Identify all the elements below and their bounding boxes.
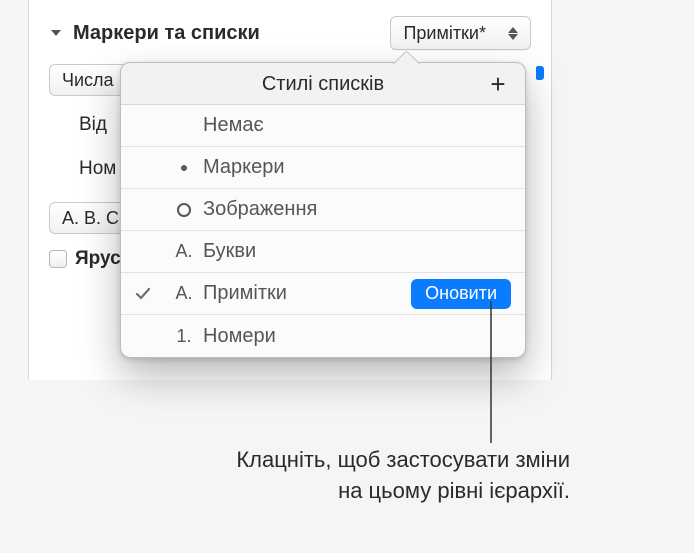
list-style-dropdown-value: Примітки*: [403, 23, 486, 44]
style-item-label: Зображення: [203, 198, 511, 221]
toggle-edge: [536, 66, 544, 80]
callout-line2: на цьому рівні ієрархії.: [338, 478, 570, 503]
style-list: НемаєМаркериЗображенняA.БуквиA.ПриміткиО…: [121, 104, 525, 357]
list-marker-icon: 1.: [165, 326, 203, 347]
style-item-label: Немає: [203, 114, 511, 137]
style-item-label: Букви: [203, 240, 511, 263]
style-item-label: Номери: [203, 325, 511, 348]
list-styles-popover: Стилі списків + НемаєМаркериЗображенняA.…: [120, 62, 526, 358]
style-item-label: Маркери: [203, 156, 511, 179]
list-marker-icon: A.: [165, 283, 203, 304]
update-style-button[interactable]: Оновити: [411, 279, 511, 309]
list-marker-icon: [165, 203, 203, 217]
list-style-dropdown[interactable]: Примітки*: [390, 16, 531, 50]
numbers-dropdown[interactable]: Числа: [49, 64, 127, 96]
add-style-button[interactable]: +: [485, 71, 511, 97]
tier-checkbox-label: Ярус: [75, 248, 121, 270]
style-item[interactable]: A.ПриміткиОновити: [121, 273, 525, 315]
section-header-row: Маркери та списки Примітки*: [49, 16, 531, 50]
callout-line1: Клацніть, щоб застосувати зміни: [236, 447, 570, 472]
checkmark-icon: [121, 285, 165, 303]
chevron-up-down-icon: [508, 27, 518, 40]
style-item[interactable]: Немає: [121, 105, 525, 147]
popover-title: Стилі списків: [135, 73, 511, 96]
tier-checkbox[interactable]: [49, 250, 67, 268]
section-title: Маркери та списки: [73, 22, 380, 45]
style-item[interactable]: Маркери: [121, 147, 525, 189]
popover-header: Стилі списків +: [121, 63, 525, 104]
style-item[interactable]: Зображення: [121, 189, 525, 231]
style-item[interactable]: A.Букви: [121, 231, 525, 273]
callout-text: Клацніть, щоб застосувати зміни на цьому…: [110, 445, 570, 507]
abc-format-value: A. B. C.: [62, 208, 124, 229]
style-item-label: Примітки: [203, 282, 411, 305]
style-item[interactable]: 1.Номери: [121, 315, 525, 357]
list-marker-icon: A.: [165, 241, 203, 262]
numbers-dropdown-value: Числа: [62, 70, 114, 91]
disclosure-triangle-icon[interactable]: [49, 26, 63, 40]
list-marker-icon: [165, 165, 203, 171]
